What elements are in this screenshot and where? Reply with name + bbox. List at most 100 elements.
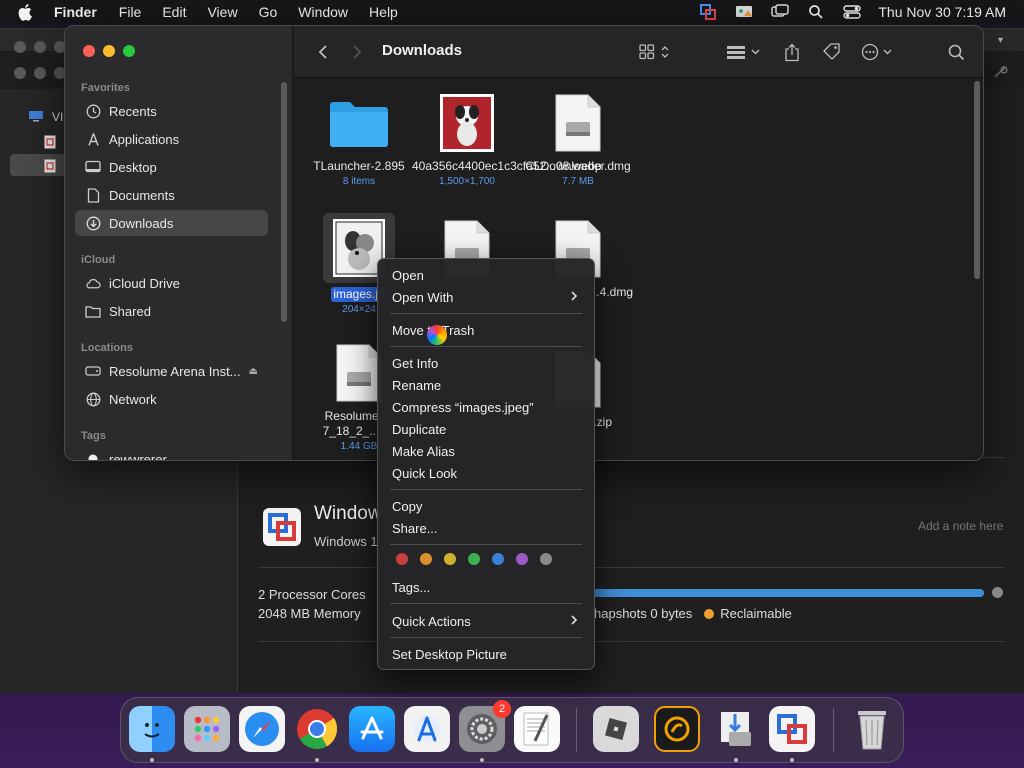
content-scrollbar[interactable] [974,81,980,279]
back-button[interactable] [314,42,332,62]
applications-icon [85,131,101,147]
tag-button[interactable] [821,42,843,62]
dock-finder-icon[interactable] [129,706,175,752]
dock-vmware-fusion-icon[interactable] [769,706,815,752]
menu-item-label: Quick Actions [392,613,471,629]
dock-safari-icon[interactable] [239,706,285,752]
chevron-down-icon[interactable]: ▾ [998,35,1003,46]
dock-instruments-icon[interactable] [404,706,450,752]
zoom-window-button[interactable] [123,45,135,57]
menu-item-open[interactable]: Open [378,264,594,286]
file-item-webp[interactable]: 40a356c4400ec1c3cfa52...08.webp 1,500×1,… [412,93,602,188]
menu-item-compress[interactable]: Compress “images.jpeg” [378,396,594,418]
sidebar-header-tags: Tags [81,430,106,442]
mirroring-icon[interactable] [770,3,790,21]
menu-separator [390,489,582,490]
monitor-icon [28,110,44,125]
search-icon [948,44,964,60]
share-button[interactable] [782,42,802,62]
tag-purple-dot[interactable] [516,553,528,565]
spotlight-search-icon[interactable] [806,3,826,21]
menu-item-move-to-trash[interactable]: Move to Trash [378,319,594,341]
sidebar-item-applications[interactable]: Applications [75,126,268,152]
vm-sidebar-row-library[interactable]: VI [28,109,63,125]
menu-bar: Finder File Edit View Go Window Help Thu… [0,0,1024,24]
vm-reclaimable-label: Reclaimable [720,606,792,621]
tag-dot-icon [85,451,101,460]
apple-icon[interactable] [18,2,38,22]
tag-green-dot[interactable] [468,553,480,565]
menu-item-tags[interactable]: Tags... [378,576,594,598]
menu-item-copy[interactable]: Copy [378,495,594,517]
sidebar-item-tag[interactable]: rewwrerer [75,446,268,461]
dock-divider [576,708,577,752]
menubar-clock[interactable]: Thu Nov 30 7:19 AM [878,4,1006,20]
share-icon [785,43,799,61]
search-button[interactable] [946,42,966,62]
menu-item-quick-look[interactable]: Quick Look [378,462,594,484]
menu-window[interactable]: Window [298,4,348,20]
menu-separator [390,544,582,545]
menu-item-get-info[interactable]: Get Info [378,352,594,374]
vm-sidebar-row-vm2[interactable] [44,159,56,175]
vm-sidebar-selected-row[interactable] [10,154,70,176]
dock-cinema-app-icon[interactable] [654,706,700,752]
sidebar-item-documents[interactable]: Documents [75,182,268,208]
tag-orange-dot[interactable] [420,553,432,565]
vm-sidebar-row-vm1[interactable] [44,135,56,151]
sidebar-item-shared[interactable]: Shared [75,298,268,324]
sidebar-item-desktop[interactable]: Desktop [75,154,268,180]
menu-item-set-desktop-picture[interactable]: Set Desktop Picture [378,643,594,665]
vm-window-controls[interactable] [14,67,66,79]
menu-view[interactable]: View [207,4,237,20]
vm-note-placeholder[interactable]: Add a note here [918,519,1003,533]
tag-yellow-dot[interactable] [444,553,456,565]
sidebar-item-icloud-drive[interactable]: iCloud Drive [75,270,268,296]
dock-roblox-icon[interactable] [593,706,639,752]
close-window-button[interactable] [83,45,95,57]
notification-badge: 2 [493,700,511,718]
image-thumbnail-icon [435,93,499,153]
menu-item-rename[interactable]: Rename [378,374,594,396]
dock-chrome-icon[interactable] [294,706,340,752]
menu-go[interactable]: Go [259,4,278,20]
menu-file[interactable]: File [119,4,142,20]
menu-item-quick-actions[interactable]: Quick Actions [378,610,594,632]
vmware-menu-icon[interactable] [698,3,718,21]
file-item-folder[interactable]: TLauncher-2.895 8 items [304,93,414,188]
minimize-window-button[interactable] [103,45,115,57]
dock-trash-icon[interactable] [849,706,895,752]
dock-system-settings-icon[interactable]: 2 [459,700,511,752]
dock-installer-icon[interactable] [713,706,759,752]
dock-launchpad-icon[interactable] [184,706,230,752]
menu-edit[interactable]: Edit [162,4,186,20]
ellipsis-circle-icon [861,43,892,61]
wrench-icon[interactable] [992,64,1008,80]
eject-icon[interactable]: ⏏ [249,366,258,377]
tag-blue-dot[interactable] [492,553,504,565]
cloud-icon [85,275,101,291]
screen-share-icon[interactable] [734,3,754,21]
control-center-icon[interactable] [842,3,862,21]
sidebar-item-label: rewwrerer [109,451,167,461]
menu-item-share[interactable]: Share... [378,517,594,539]
menu-item-open-with[interactable]: Open With [378,286,594,308]
group-by-button[interactable] [726,42,762,62]
sidebar-scrollbar[interactable] [281,82,287,322]
file-item-dmg[interactable]: CLDownloader.dmg 7.7 MB [523,93,633,188]
dock-app-store-icon[interactable] [349,706,395,752]
sidebar-item-resolume-volume[interactable]: Resolume Arena Inst... ⏏ [75,358,268,384]
menu-item-make-alias[interactable]: Make Alias [378,440,594,462]
forward-button[interactable] [348,42,366,62]
sidebar-item-downloads[interactable]: Downloads [75,210,268,236]
menu-app-name[interactable]: Finder [54,4,97,20]
tag-red-dot[interactable] [396,553,408,565]
menu-help[interactable]: Help [369,4,398,20]
menu-item-duplicate[interactable]: Duplicate [378,418,594,440]
sidebar-item-recents[interactable]: Recents [75,98,268,124]
action-menu-button[interactable] [860,42,896,62]
sidebar-item-network[interactable]: Network [75,386,268,412]
tag-gray-dot[interactable] [540,553,552,565]
view-mode-button[interactable] [638,42,674,62]
dock-textedit-icon[interactable] [514,706,560,752]
